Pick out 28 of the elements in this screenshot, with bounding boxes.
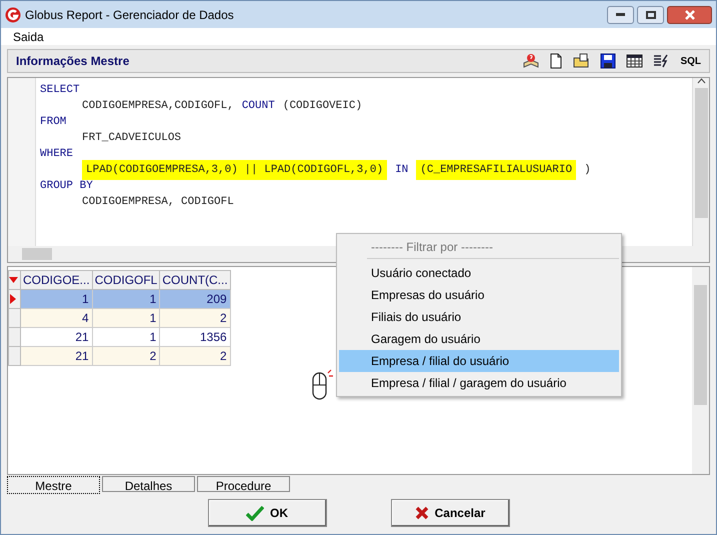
table-cell: 1 — [20, 290, 92, 308]
sql-keyword: FROM — [40, 115, 66, 130]
sql-text: CODIGOEMPRESA, CODIGOFL — [82, 195, 234, 210]
sql-text: (C_EMPRESAFILIALUSUARIO — [416, 160, 576, 180]
sql-keyword: IN — [395, 163, 408, 178]
table-cell: 1356 — [160, 328, 230, 346]
panel-title: Informações Mestre — [16, 53, 130, 70]
window-title: Globus Report - Gerenciador de Dados — [25, 6, 234, 24]
sql-keyword: COUNT — [242, 99, 275, 114]
table-cell: 1 — [92, 308, 160, 328]
sql-text: CODIGOEMPRESA,CODIGOFL, — [82, 99, 234, 114]
table-cell: 2 — [160, 346, 230, 366]
sql-text: FRT_CADVEICULOS — [82, 131, 182, 146]
table-cell: 1 — [92, 290, 160, 308]
sql-keyword: WHERE — [40, 147, 74, 162]
table-cell: 2 — [92, 346, 160, 366]
sql-keyword: GROUP BY — [40, 179, 93, 194]
table-cell: 209 — [160, 290, 230, 308]
table-cell: 21 — [20, 346, 92, 366]
sql-text: LPAD(CODIGOEMPRESA,3,0) || LPAD(CODIGOFL,3,0) — [82, 160, 388, 180]
table-cell: 4 — [20, 308, 92, 328]
sql-text: (CODIGOVEIC) — [282, 99, 362, 114]
sql-keyword: SELECT — [40, 83, 80, 98]
table-cell: 1 — [92, 328, 160, 346]
table-cell: 21 — [20, 328, 92, 346]
menu-header: -------- Filtrar por -------- — [370, 239, 494, 256]
table-cell: 2 — [160, 308, 230, 328]
sql-text: ) — [584, 163, 591, 178]
